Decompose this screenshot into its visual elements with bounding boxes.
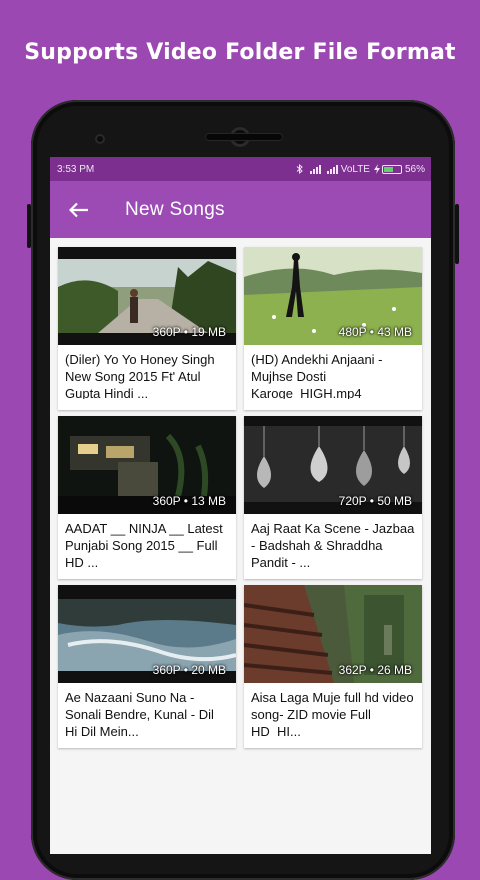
power-button: [455, 204, 459, 264]
video-card[interactable]: 720P • 50 MB Aaj Raat Ka Scene - Jazbaa …: [244, 416, 422, 579]
video-grid: 360P • 19 MB (Diler) Yo Yo Honey Singh N…: [58, 247, 424, 748]
video-thumbnail: 362P • 26 MB: [244, 585, 422, 683]
bluetooth-icon: [296, 164, 303, 174]
video-thumbnail: 360P • 19 MB: [58, 247, 236, 345]
video-meta: 362P • 26 MB: [338, 663, 412, 677]
video-card[interactable]: 362P • 26 MB Aisa Laga Muje full hd vide…: [244, 585, 422, 748]
signal-icon: [309, 164, 321, 174]
video-meta: 720P • 50 MB: [338, 494, 412, 508]
video-title: Aaj Raat Ka Scene - Jazbaa - Badshah & S…: [251, 521, 415, 568]
video-thumbnail: 360P • 13 MB: [58, 416, 236, 514]
volume-button: [27, 204, 31, 248]
charging-icon: [373, 164, 380, 174]
signal-icon: [326, 164, 338, 174]
status-time: 3:53 PM: [57, 163, 95, 175]
arrow-left-icon: [69, 202, 88, 217]
app-toolbar: New Songs: [50, 181, 431, 238]
status-bar: 3:53 PM VoLTE 56%: [50, 157, 431, 181]
video-meta: 360P • 19 MB: [152, 325, 226, 339]
video-card[interactable]: 360P • 20 MB Ae Nazaani Suno Na - Sonali…: [58, 585, 236, 748]
video-title: (HD) Andekhi Anjaani - Mujhse Dosti Karo…: [251, 352, 383, 399]
app-screen: 3:53 PM VoLTE 56% New Songs 360P • 19 MB…: [50, 157, 431, 854]
video-thumbnail: 480P • 43 MB: [244, 247, 422, 345]
video-meta: 360P • 13 MB: [152, 494, 226, 508]
battery-icon: [381, 164, 402, 174]
video-card[interactable]: 360P • 19 MB (Diler) Yo Yo Honey Singh N…: [58, 247, 236, 410]
video-title: AADAT __ NINJA __ Latest Punjabi Song 20…: [65, 521, 223, 568]
video-card[interactable]: 480P • 43 MB (HD) Andekhi Anjaani - Mujh…: [244, 247, 422, 410]
back-button[interactable]: [50, 181, 108, 238]
battery-percent: 56%: [404, 163, 425, 175]
front-sensor-icon: [95, 134, 105, 144]
earpiece-speaker: [205, 133, 283, 141]
video-meta: 360P • 20 MB: [152, 663, 226, 677]
video-title: Aisa Laga Muje full hd video song- ZID m…: [251, 690, 414, 737]
video-card[interactable]: 360P • 13 MB AADAT __ NINJA __ Latest Pu…: [58, 416, 236, 579]
video-title: (Diler) Yo Yo Honey Singh New Song 2015 …: [65, 352, 215, 399]
video-thumbnail: 360P • 20 MB: [58, 585, 236, 683]
page-title: New Songs: [125, 198, 225, 220]
promo-headline: Supports Video Folder File Format: [24, 40, 456, 65]
video-thumbnail: 720P • 50 MB: [244, 416, 422, 514]
network-type: VoLTE: [340, 163, 370, 175]
video-meta: 480P • 43 MB: [338, 325, 412, 339]
video-title: Ae Nazaani Suno Na - Sonali Bendre, Kuna…: [65, 690, 214, 737]
